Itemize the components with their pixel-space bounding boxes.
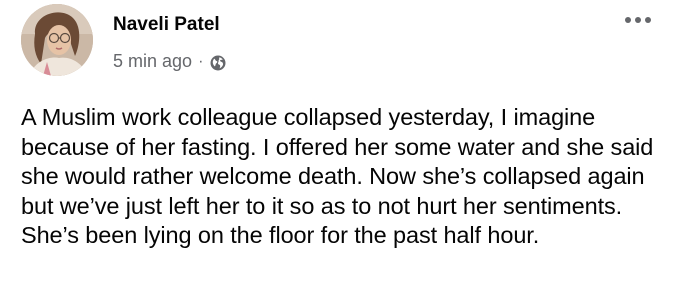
avatar[interactable] (21, 4, 93, 76)
meta-separator: · (198, 52, 204, 70)
post-card: Naveli Patel 5 min ago · A Muslim work c… (0, 0, 680, 296)
avatar-photo (21, 4, 93, 76)
author-name[interactable]: Naveli Patel (113, 14, 220, 36)
globe-icon[interactable] (210, 55, 226, 71)
post-body-text: A Muslim work colleague collapsed yester… (21, 104, 654, 248)
more-options-icon (645, 17, 651, 23)
post-meta: 5 min ago · (113, 51, 226, 72)
more-options-button[interactable] (618, 10, 658, 30)
post-timestamp[interactable]: 5 min ago (113, 51, 192, 72)
more-options-icon (635, 17, 641, 23)
more-options-icon (625, 17, 631, 23)
